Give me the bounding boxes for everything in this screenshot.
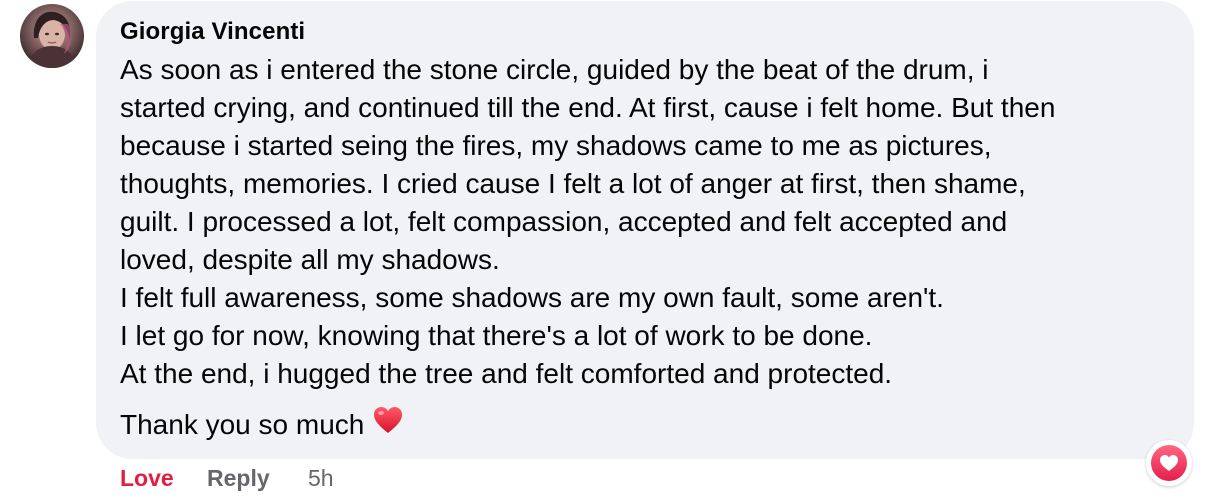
- comment-line: started crying, and continued till the e…: [120, 92, 1056, 123]
- comment: Giorgia Vincenti As soon as i entered th…: [0, 0, 1214, 502]
- comment-bubble: Giorgia Vincenti As soon as i entered th…: [96, 1, 1194, 459]
- love-reaction-icon[interactable]: [1146, 440, 1192, 486]
- comment-line: As soon as i entered the stone circle, g…: [120, 54, 989, 85]
- comment-line: thoughts, memories. I cried cause I felt…: [120, 168, 1026, 199]
- comment-line: I let go for now, knowing that there's a…: [120, 320, 873, 351]
- love-button[interactable]: Love: [120, 465, 174, 492]
- comment-line: I felt full awareness, some shadows are …: [120, 282, 944, 313]
- love-reaction-circle: [1151, 445, 1187, 481]
- avatar[interactable]: [20, 4, 84, 68]
- red-heart-emoji-icon: [372, 405, 404, 445]
- comment-body: As soon as i entered the stone circle, g…: [120, 51, 1180, 393]
- reply-button[interactable]: Reply: [207, 465, 270, 492]
- comment-line: At the end, i hugged the tree and felt c…: [120, 358, 893, 389]
- comment-line: guilt. I processed a lot, felt compassio…: [120, 206, 1008, 237]
- heart-icon: [1160, 455, 1178, 471]
- closing-text: Thank you so much: [120, 409, 365, 440]
- comment-closing: Thank you so much: [120, 406, 404, 447]
- comment-line: because i started seing the fires, my sh…: [120, 130, 992, 161]
- comment-line: loved, despite all my shadows.: [120, 244, 500, 275]
- author-name[interactable]: Giorgia Vincenti: [120, 18, 305, 46]
- timestamp-link[interactable]: 5h: [308, 465, 334, 492]
